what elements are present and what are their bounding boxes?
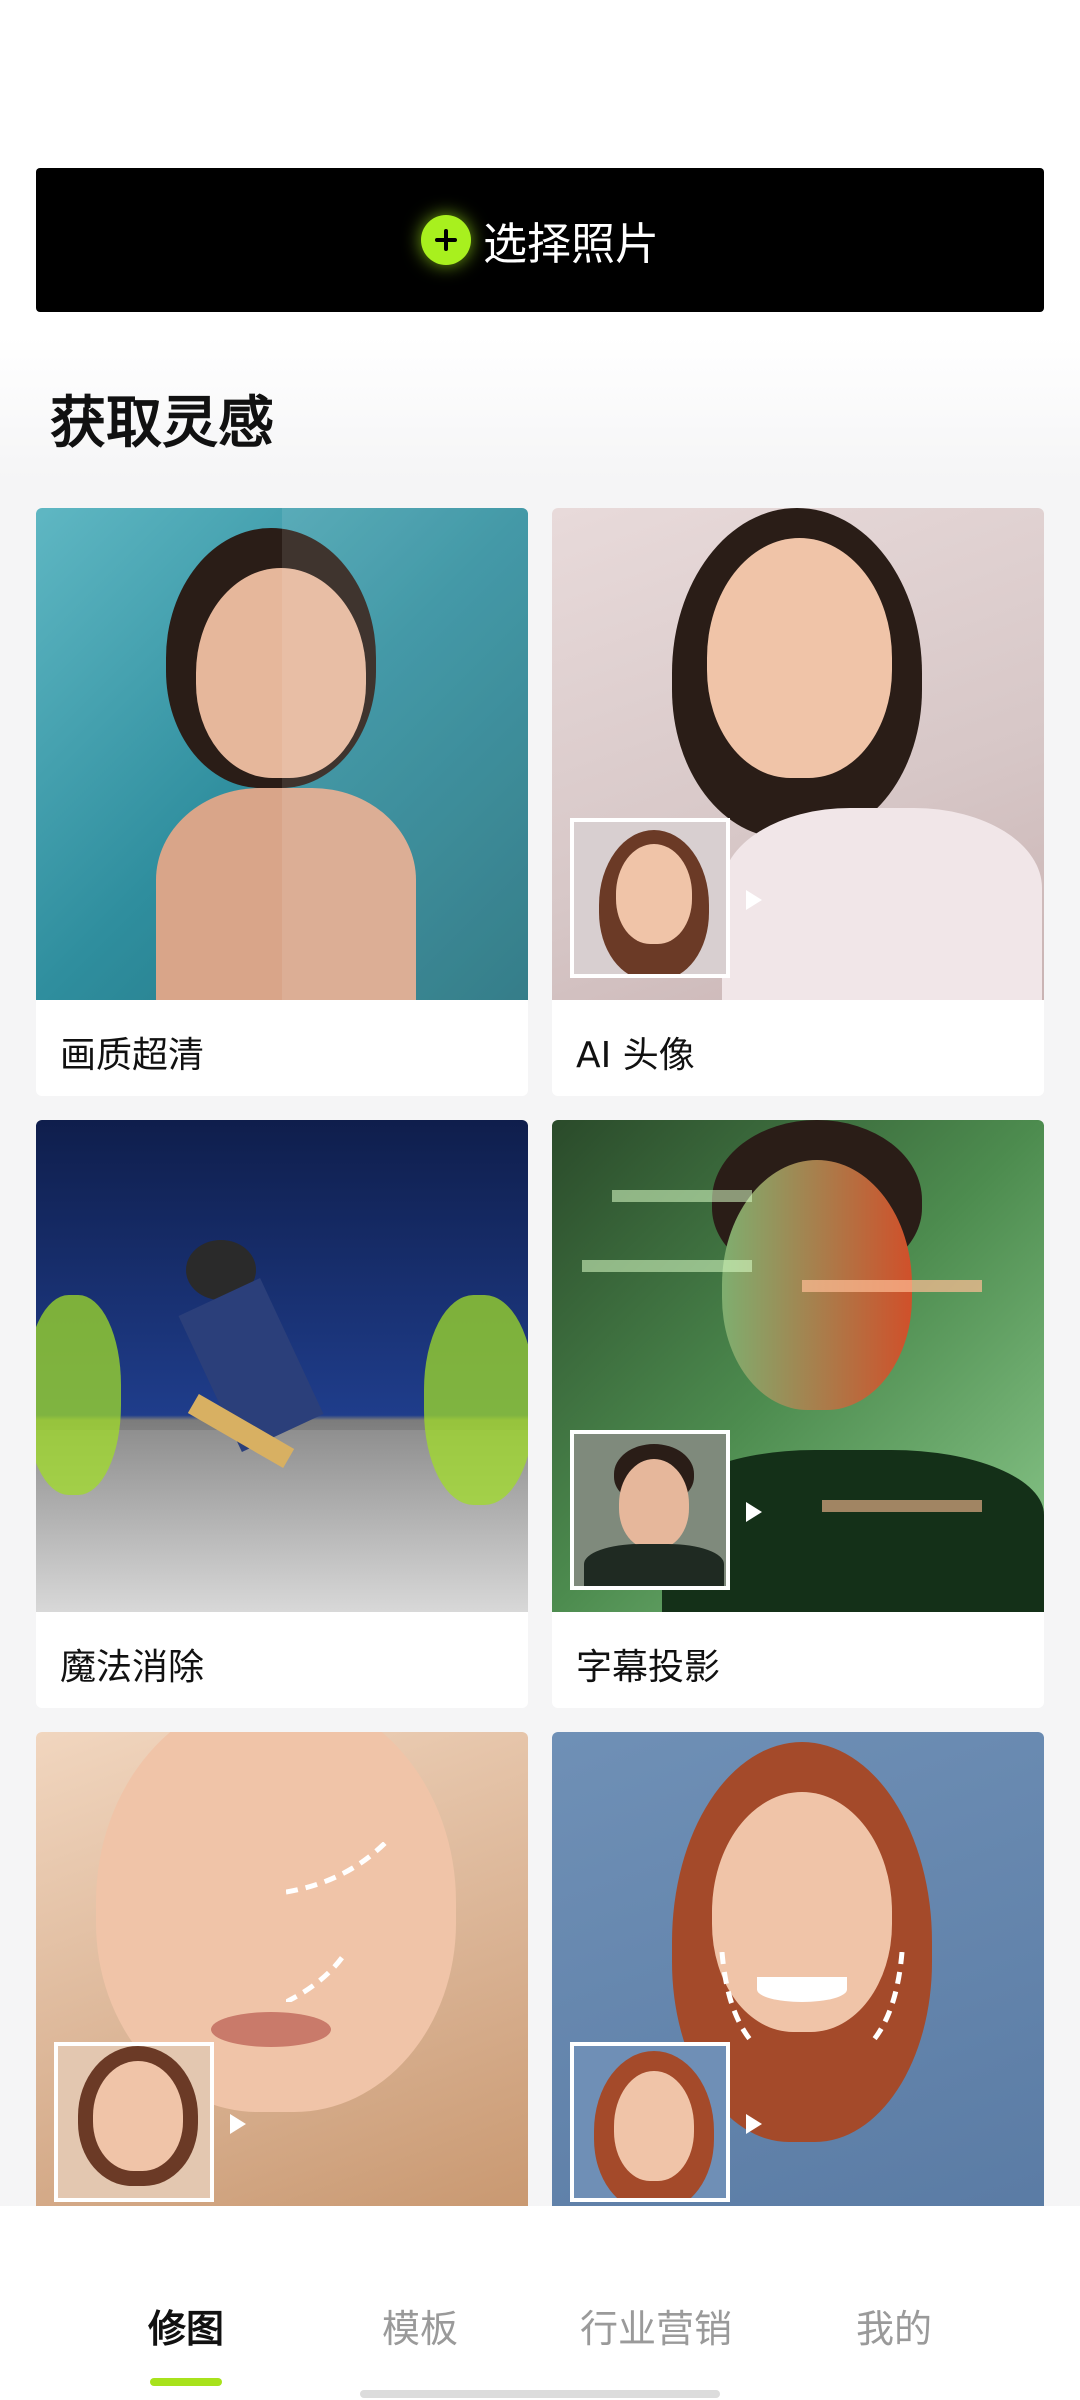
play-arrow-icon <box>746 1502 762 1522</box>
bottom-tab-bar: 修图 模板 行业营销 我的 <box>0 2206 1080 2400</box>
card-image <box>552 508 1044 1000</box>
reshape-arrow-icon <box>719 1952 905 2044</box>
card-label: 画质超清 <box>60 1035 205 1076</box>
slim-arrow-icon <box>286 1842 388 2002</box>
card-image <box>36 1120 528 1612</box>
play-arrow-icon <box>230 2114 246 2134</box>
thumbnail-image <box>54 2042 214 2202</box>
card-magic-eraser[interactable]: 魔法消除 <box>36 1120 528 1708</box>
card-image <box>552 1120 1044 1612</box>
tab-industry-marketing[interactable]: 行业营销 <box>580 2298 732 2353</box>
card-label: 魔法消除 <box>60 1647 205 1688</box>
erase-mask <box>36 1295 121 1495</box>
plus-circle-icon <box>421 215 471 265</box>
card-image <box>36 508 528 1000</box>
play-arrow-icon <box>746 890 762 910</box>
select-photo-button[interactable]: 选择照片 <box>36 168 1044 312</box>
card-image <box>36 1732 528 2224</box>
tab-retouch[interactable]: 修图 <box>148 2298 224 2353</box>
card-caption-projection[interactable]: 字幕投影 <box>552 1120 1044 1708</box>
card-label: 字幕投影 <box>576 1647 721 1688</box>
card-hd-enhance[interactable]: 画质超清 <box>36 508 528 1096</box>
erase-mask <box>424 1295 528 1505</box>
card-image <box>552 1732 1044 2224</box>
card-label: AI 头像 <box>576 1035 695 1076</box>
tab-me[interactable]: 我的 <box>856 2298 932 2353</box>
tab-templates[interactable]: 模板 <box>382 2298 458 2353</box>
thumbnail-image <box>570 2042 730 2202</box>
card-ai-avatar[interactable]: AI 头像 <box>552 508 1044 1096</box>
thumbnail-image <box>570 818 730 978</box>
thumbnail-image <box>570 1430 730 1590</box>
section-title: 获取灵感 <box>50 391 274 456</box>
active-tab-indicator <box>150 2378 222 2386</box>
play-arrow-icon <box>746 2114 762 2134</box>
select-photo-label: 选择照片 <box>483 219 659 270</box>
home-indicator[interactable] <box>360 2390 720 2398</box>
